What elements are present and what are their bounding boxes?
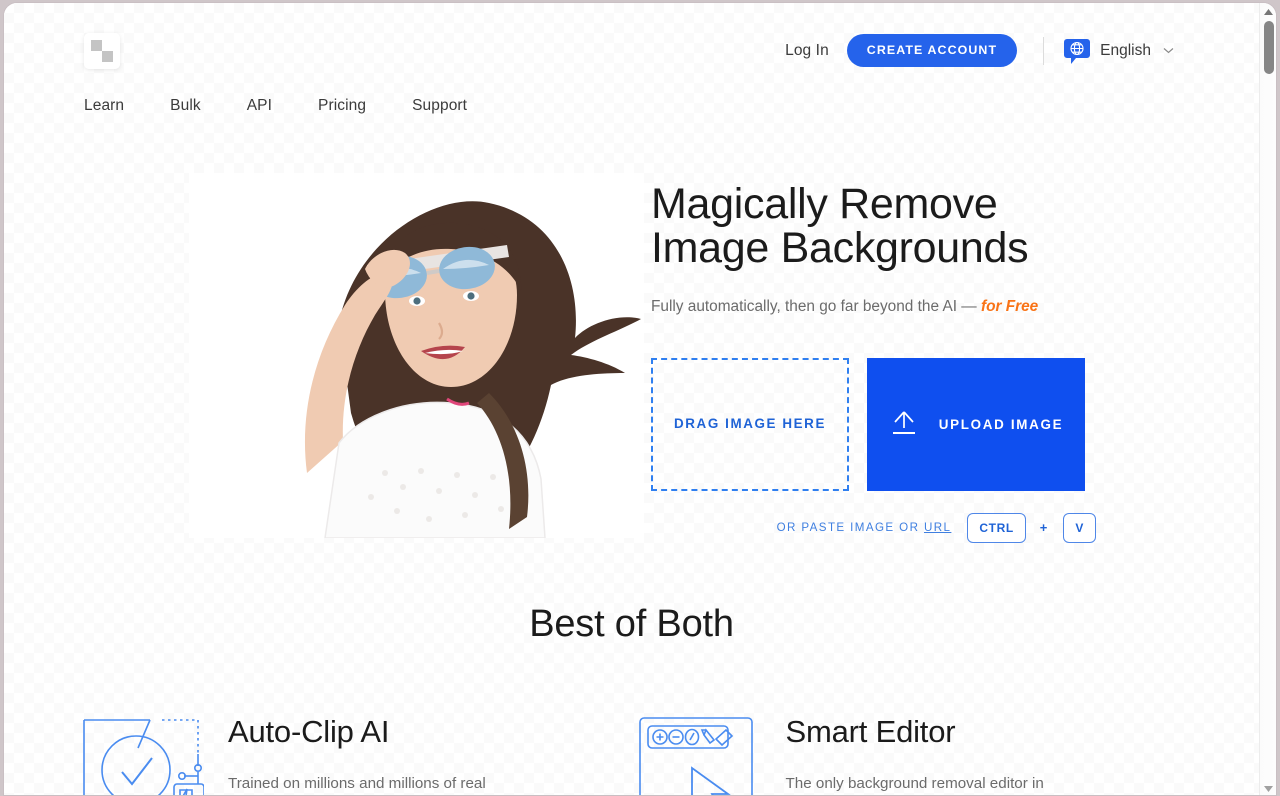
header-divider [1043, 36, 1045, 65]
feature-description: Trained on millions and millions of real [228, 775, 486, 792]
hero-section: Magically Remove Image Backgrounds Fully… [4, 143, 1259, 583]
feature-smart-editor: Smart Editor The only background removal… [632, 706, 1190, 795]
paste-prefix: OR PASTE IMAGE OR [776, 521, 924, 535]
hero-photo [189, 173, 644, 538]
scrollbar-thumb[interactable] [1263, 21, 1274, 74]
scrollbar-down-arrow[interactable] [1260, 780, 1276, 795]
vertical-scrollbar[interactable] [1259, 3, 1276, 795]
paste-hint-text: OR PASTE IMAGE OR URL [777, 521, 952, 534]
woman-with-sunglasses-photo [189, 173, 644, 538]
smart-editor-illustration-icon [632, 706, 762, 795]
page-viewport: Log In CREATE ACCOUNT English Learn Bulk… [4, 3, 1259, 795]
chevron-down-icon [1163, 45, 1174, 57]
key-ctrl[interactable]: CTRL [967, 512, 1026, 543]
upload-arrow-icon [889, 409, 919, 440]
auto-clip-ai-illustration-icon [74, 706, 204, 795]
key-plus-separator: + [1039, 520, 1048, 536]
main-nav: Learn Bulk API Pricing Support [84, 97, 467, 115]
header-actions: Log In CREATE ACCOUNT English [785, 34, 1174, 67]
feature-description: The only background removal editor in [785, 775, 1044, 792]
best-of-both-section: Best of Both Auto-Clip AI Trained on mil… [4, 583, 1259, 795]
hero-content: Magically Remove Image Backgrounds Fully… [651, 180, 1121, 543]
feature-auto-clip-body: Auto-Clip AI Trained on millions and mil… [228, 706, 486, 795]
feature-title: Auto-Clip AI [228, 714, 390, 749]
hero-subtitle-accent: for Free [980, 297, 1039, 315]
section-title: Best of Both [529, 603, 734, 645]
nav-item-bulk[interactable]: Bulk [170, 97, 201, 115]
scrollbar-up-arrow[interactable] [1260, 3, 1276, 20]
language-selector[interactable]: English [1064, 38, 1174, 64]
globe-speech-bubble-icon [1064, 38, 1091, 64]
browser-window: Log In CREATE ACCOUNT English Learn Bulk… [3, 2, 1277, 796]
feature-title: Smart Editor [785, 714, 956, 749]
nav-item-learn[interactable]: Learn [84, 97, 124, 115]
hero-title-line1: Magically Remove [651, 180, 998, 228]
nav-item-support[interactable]: Support [412, 97, 467, 115]
nav-item-pricing[interactable]: Pricing [318, 97, 366, 115]
nav-item-api[interactable]: API [247, 97, 272, 115]
features-row: Auto-Clip AI Trained on millions and mil… [4, 706, 1259, 795]
hero-subtitle-plain: Fully automatically, then go far beyond … [651, 297, 981, 315]
checkerboard-logo-icon [84, 33, 120, 69]
drag-image-dropzone[interactable]: DRAG IMAGE HERE [651, 357, 849, 491]
hero-subtitle: Fully automatically, then go far beyond … [651, 295, 1051, 320]
paste-hint-row: OR PASTE IMAGE OR URL CTRL + V [651, 512, 1121, 543]
hero-title-line2: Image Backgrounds [651, 223, 1029, 272]
login-link[interactable]: Log In [785, 42, 829, 60]
hero-title: Magically Remove Image Backgrounds [651, 180, 1121, 272]
create-account-button[interactable]: CREATE ACCOUNT [846, 34, 1018, 67]
feature-auto-clip-ai: Auto-Clip AI Trained on millions and mil… [74, 706, 632, 795]
upload-image-label: UPLOAD IMAGE [938, 416, 1064, 432]
paste-url-link[interactable]: URL [924, 521, 951, 534]
hero-cta-row: DRAG IMAGE HERE UPLOAD IMAGE [651, 357, 1121, 491]
language-label: English [1100, 41, 1151, 59]
feature-smart-editor-body: Smart Editor The only background removal… [786, 706, 1044, 795]
site-header: Log In CREATE ACCOUNT English Learn Bulk… [4, 3, 1259, 143]
key-v[interactable]: V [1063, 512, 1096, 543]
site-logo[interactable] [84, 33, 120, 69]
upload-image-button[interactable]: UPLOAD IMAGE [867, 357, 1085, 491]
drag-image-label: DRAG IMAGE HERE [674, 415, 826, 431]
